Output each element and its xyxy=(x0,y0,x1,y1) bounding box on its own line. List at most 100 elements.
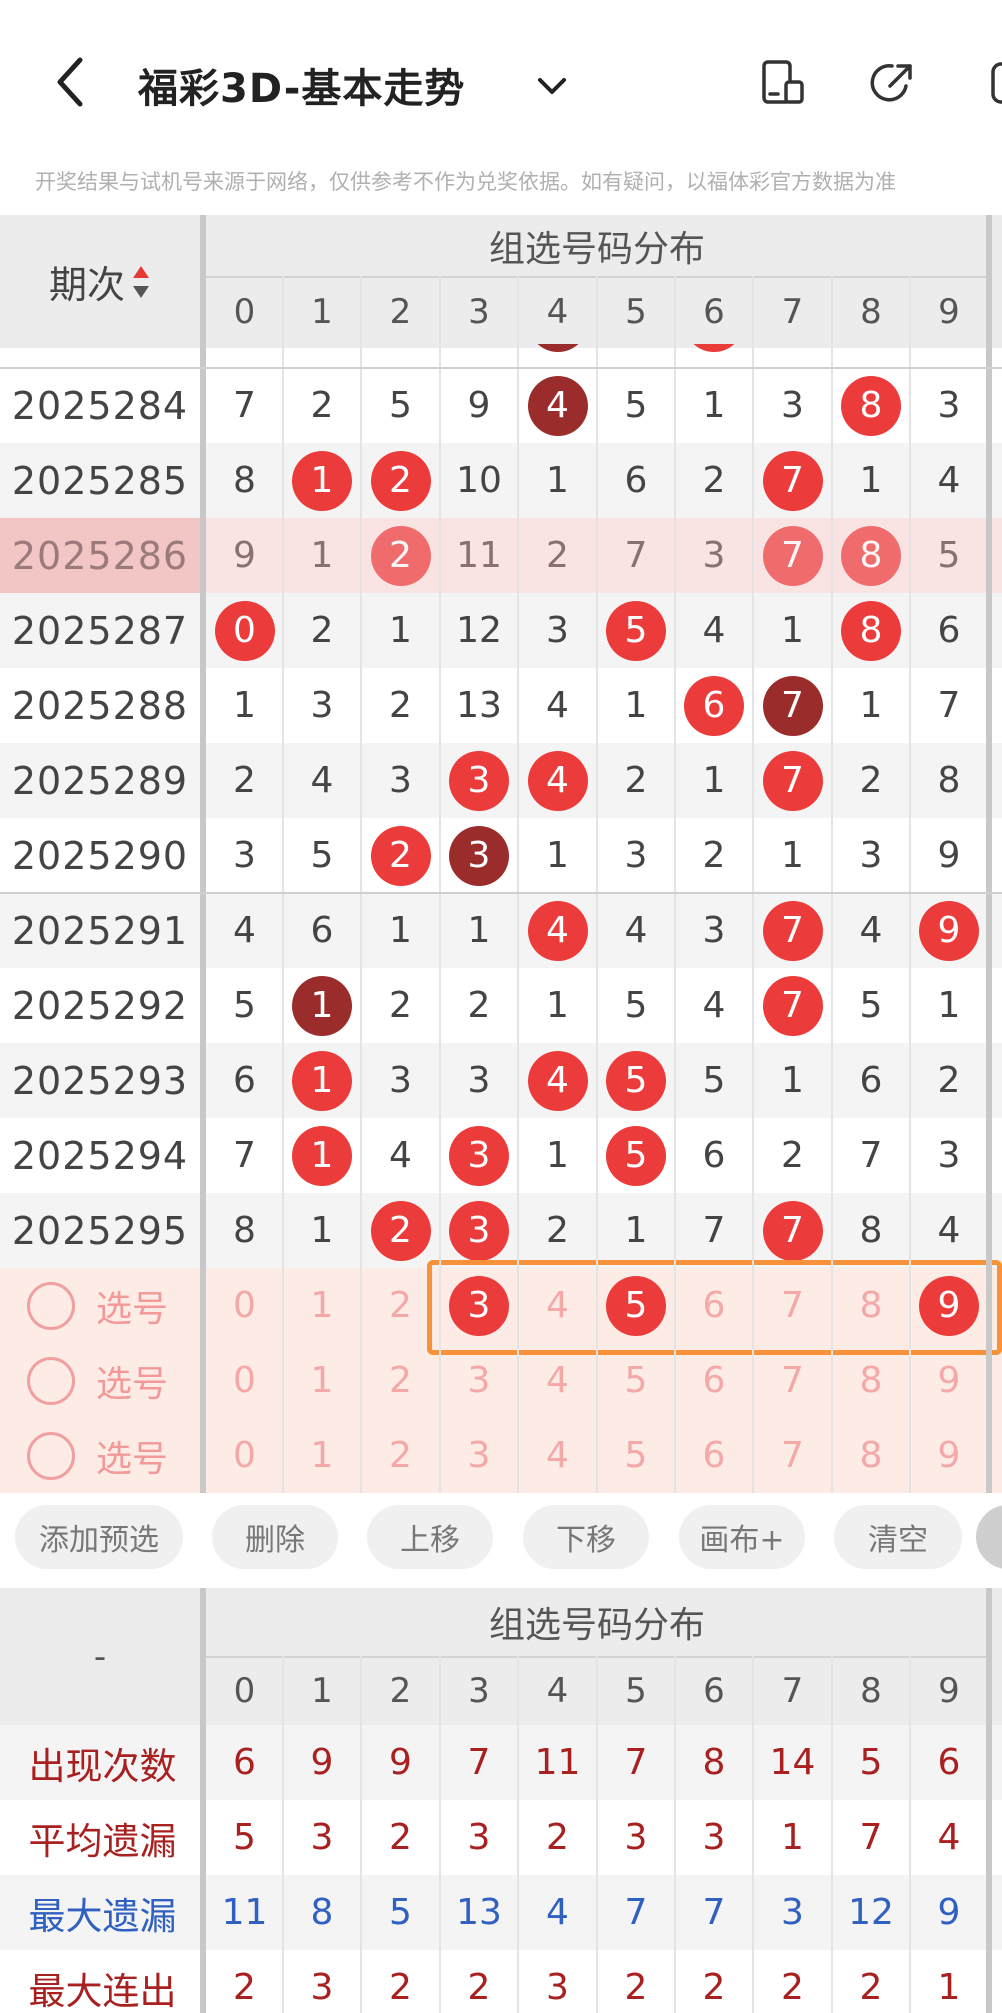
pick-digit[interactable]: 7 xyxy=(753,1418,832,1493)
period-cell[interactable]: 2025287 xyxy=(0,593,200,668)
number-ball[interactable]: 2 xyxy=(370,825,431,886)
period-cell[interactable]: 2025291 xyxy=(0,893,200,968)
number-ball[interactable]: 5 xyxy=(606,1125,666,1186)
stats-value: 1 xyxy=(781,1817,804,1858)
number-ball[interactable]: 7 xyxy=(762,450,823,511)
app-header: 福彩3D-基本走势 xyxy=(0,0,1002,160)
period-header-cell[interactable]: 期次 xyxy=(0,215,200,348)
number-ball[interactable]: 1 xyxy=(292,975,352,1036)
number-ball[interactable]: 0 xyxy=(214,600,275,661)
pick-digit[interactable]: 1 xyxy=(283,1343,361,1418)
share-button[interactable] xyxy=(868,58,918,108)
pick-digit[interactable]: 8 xyxy=(832,1418,910,1493)
number-ball[interactable]: 3 xyxy=(449,750,509,811)
number-ball[interactable]: 1 xyxy=(292,450,352,511)
layout-toggle-button[interactable] xyxy=(758,58,808,108)
pick-radio[interactable] xyxy=(27,1356,75,1405)
number-ball[interactable]: 4 xyxy=(527,1050,588,1111)
period-cell[interactable]: 2025293 xyxy=(0,1043,200,1118)
digit-header: 1 xyxy=(311,292,333,332)
pick-digit[interactable]: 5 xyxy=(597,1418,675,1493)
number-ball[interactable]: 6 xyxy=(684,675,744,736)
stats-column-divider xyxy=(909,1656,911,2013)
action-button[interactable]: 删除 xyxy=(212,1505,338,1569)
number-ball[interactable]: 9 xyxy=(919,900,979,961)
back-button[interactable] xyxy=(48,52,98,112)
action-button[interactable]: 清空 xyxy=(834,1505,962,1569)
number-ball[interactable]: 7 xyxy=(762,975,823,1036)
number-ball[interactable]: 3 xyxy=(449,1125,509,1186)
number-cell: 1 xyxy=(859,685,883,726)
number-ball[interactable]: 2 xyxy=(370,525,431,586)
period-cell[interactable]: 2025294 xyxy=(0,1118,200,1193)
number-cell: 2 xyxy=(310,385,334,426)
number-ball[interactable]: 4 xyxy=(527,750,588,811)
pick-digit[interactable]: 4 xyxy=(518,1418,597,1493)
number-ball[interactable]: 7 xyxy=(762,525,823,586)
number-ball[interactable]: 2 xyxy=(370,450,431,511)
number-ball[interactable]: 8 xyxy=(841,375,901,436)
number-cell: 2 xyxy=(233,760,256,801)
period-cell[interactable]: 2025285 xyxy=(0,443,200,518)
action-button[interactable]: 下移 xyxy=(523,1505,649,1569)
pick-digit[interactable]: 0 xyxy=(206,1268,283,1343)
pick-digit[interactable]: 6 xyxy=(675,1418,753,1493)
number-ball[interactable]: 5 xyxy=(606,1050,666,1111)
number-ball[interactable]: 8 xyxy=(841,525,901,586)
number-ball[interactable]: 7 xyxy=(762,675,823,736)
period-cell[interactable]: 2025290 xyxy=(0,818,200,893)
number-ball[interactable]: 4 xyxy=(527,900,588,961)
pick-label[interactable]: 选号 xyxy=(96,1430,168,1482)
number-cell: 8 xyxy=(233,460,256,501)
number-ball[interactable]: 3 xyxy=(449,825,509,886)
period-cell[interactable]: 2025292 xyxy=(0,968,200,1043)
number-ball[interactable]: 1 xyxy=(292,1125,352,1186)
action-button[interactable]: 画布+ xyxy=(679,1505,805,1569)
stats-value: 2 xyxy=(624,1967,648,2008)
number-cell: 2 xyxy=(781,1135,804,1176)
pick-digit[interactable]: 0 xyxy=(206,1418,283,1493)
pick-digit[interactable]: 2 xyxy=(361,1343,440,1418)
action-button[interactable]: 添加预选 xyxy=(15,1505,183,1569)
number-ball[interactable]: 4 xyxy=(527,375,588,436)
stats-digit-header: 4 xyxy=(546,1670,569,1711)
pick-digit[interactable]: 2 xyxy=(361,1418,440,1493)
number-ball[interactable]: 5 xyxy=(606,600,666,661)
period-cell[interactable]: 2025286 xyxy=(0,518,200,593)
pick-digit[interactable]: 1 xyxy=(283,1418,361,1493)
number-ball[interactable]: 7 xyxy=(762,750,823,811)
number-ball[interactable]: 3 xyxy=(449,1200,509,1261)
pick-digit[interactable]: 9 xyxy=(910,1418,988,1493)
title-dropdown[interactable] xyxy=(532,66,572,106)
period-cell[interactable]: 2025295 xyxy=(0,1193,200,1268)
pick-digit[interactable]: 0 xyxy=(206,1343,283,1418)
number-cell: 2 xyxy=(624,760,648,801)
stats-value: 7 xyxy=(624,1892,648,1933)
number-cell: 2 xyxy=(310,610,334,651)
pick-label[interactable]: 选号 xyxy=(96,1280,168,1332)
number-ball[interactable]: 7 xyxy=(762,1200,823,1261)
period-cell[interactable]: 2025284 xyxy=(0,368,200,443)
pick-radio[interactable] xyxy=(27,1281,75,1330)
pick-label[interactable]: 选号 xyxy=(96,1355,168,1407)
pick-digit[interactable]: 3 xyxy=(440,1418,518,1493)
number-cell: 8 xyxy=(233,1210,256,1251)
number-cell: 3 xyxy=(702,910,726,951)
number-cell: 5 xyxy=(310,835,334,876)
pick-radio[interactable] xyxy=(27,1431,75,1480)
period-cell[interactable]: 2025289 xyxy=(0,743,200,818)
more-button[interactable] xyxy=(980,58,1002,108)
number-cell: 5 xyxy=(702,1060,726,1101)
number-cell: 4 xyxy=(233,910,256,951)
stats-value: 5 xyxy=(389,1892,412,1933)
period-cell[interactable]: 2025288 xyxy=(0,668,200,743)
page-title[interactable]: 福彩3D-基本走势 xyxy=(138,56,465,114)
pick-digit[interactable]: 1 xyxy=(283,1268,361,1343)
number-ball[interactable]: 7 xyxy=(762,900,823,961)
number-ball[interactable]: 1 xyxy=(292,1050,352,1111)
more-actions-button[interactable] xyxy=(976,1505,1002,1569)
number-cell: 2 xyxy=(546,1210,569,1251)
action-button[interactable]: 上移 xyxy=(367,1505,493,1569)
number-ball[interactable]: 2 xyxy=(370,1200,431,1261)
number-ball[interactable]: 8 xyxy=(841,600,901,661)
